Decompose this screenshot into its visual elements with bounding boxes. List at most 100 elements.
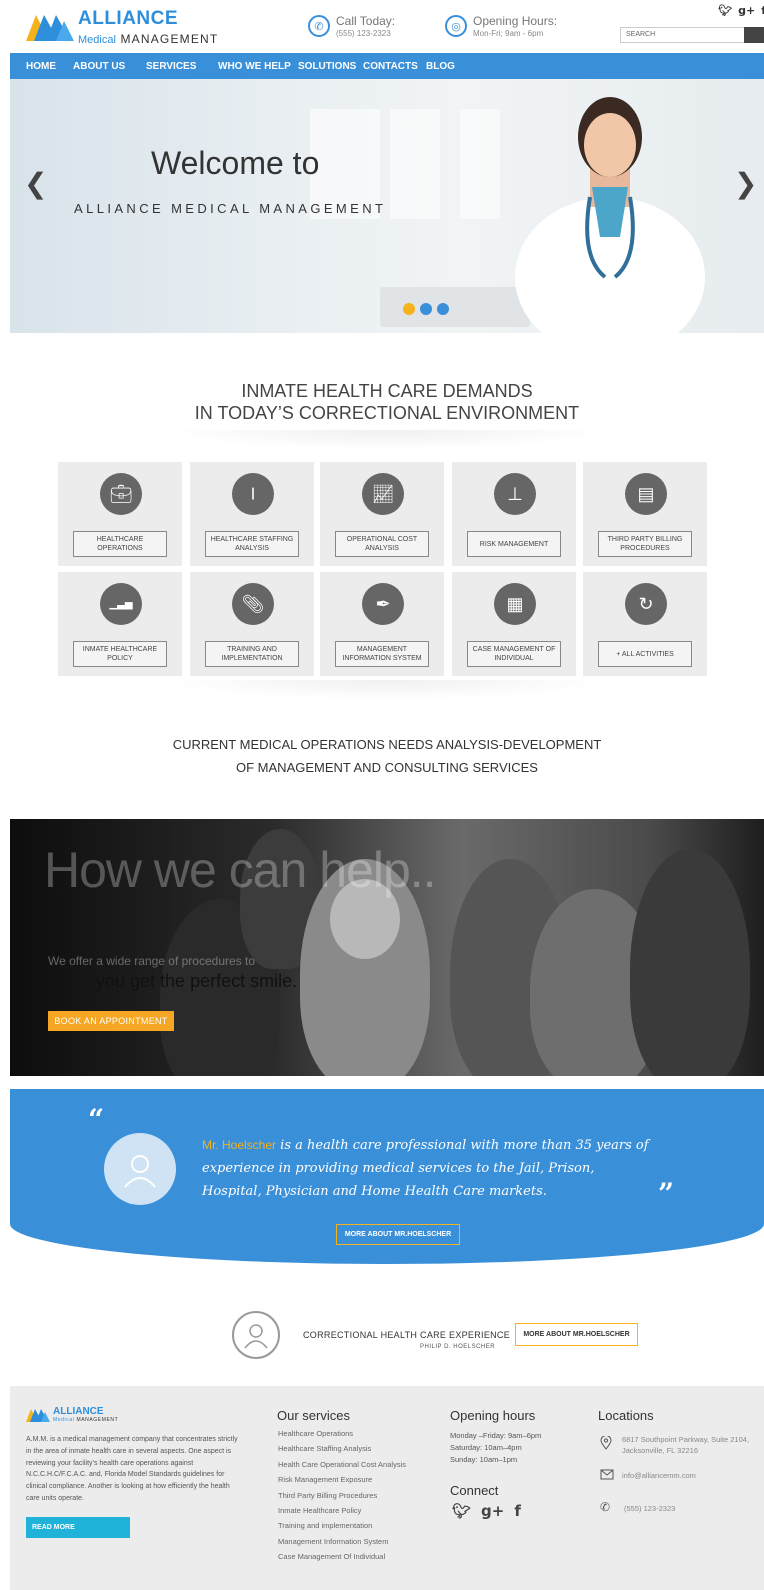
service-tile[interactable]: ┃ HEALTHCARE STAFFING ANALYSIS	[190, 462, 314, 566]
logo-mark-icon	[26, 11, 74, 43]
service-tile[interactable]: ⊥ RISK MANAGEMENT	[452, 462, 576, 566]
hours-value: Mon-Fri; 9am - 6pm	[473, 29, 544, 38]
experience-avatar	[232, 1311, 280, 1359]
slider-dot-2[interactable]	[420, 303, 432, 315]
nav-about-us[interactable]: ABOUT US	[73, 61, 125, 72]
experience-subtitle: PHILIP D. HOELSCHER	[420, 1344, 496, 1350]
slider-prev-icon[interactable]: ❮	[24, 167, 47, 200]
service-tile[interactable]: 📎︎ TRAINING AND IMPLEMENTATION	[190, 572, 314, 676]
hours-info: ◎ Opening Hours: Mon-Fri; 9am - 6pm	[445, 14, 557, 38]
footer-services-list: Healthcare Operations Healthcare Staffing…	[278, 1429, 406, 1568]
nav-blog[interactable]: BLOG	[426, 61, 455, 72]
footer-phone[interactable]: (555) 123-2323	[624, 1503, 675, 1514]
twitter-icon[interactable]: 🐦︎	[718, 4, 732, 17]
search-input[interactable]: SEARCH	[620, 27, 764, 43]
call-label: Call Today:	[336, 14, 396, 28]
slider-dot-3[interactable]	[437, 303, 449, 315]
service-tile[interactable]: ✒ MANAGEMENT INFORMATION SYSTEM	[320, 572, 444, 676]
testimonial-text: Mr. Hoelscher is a health care professio…	[202, 1138, 649, 1199]
footer-service-link[interactable]: Inmate Healthcare Policy	[278, 1506, 406, 1521]
social-top: 🐦︎ g+ f	[718, 4, 764, 17]
google-plus-icon[interactable]: g+	[738, 4, 755, 17]
more-about-button[interactable]: MORE ABOUT MR.HOELSCHER	[336, 1224, 460, 1245]
hero-title: Welcome to	[151, 145, 320, 181]
user-outline-icon	[244, 1324, 268, 1349]
footer-service-link[interactable]: Management Information System	[278, 1537, 406, 1552]
call-value: (555) 123-2323	[336, 29, 391, 38]
service-tile[interactable]: ▦ CASE MANAGEMENT OF INDIVIDUAL	[452, 572, 576, 676]
help-line1: We offer a wide range of procedures to	[48, 954, 256, 968]
footer-service-link[interactable]: Health Care Operational Cost Analysis	[278, 1460, 406, 1475]
service-label[interactable]: TRAINING AND IMPLEMENTATION	[205, 641, 299, 667]
service-label[interactable]: OPERATIONAL COST ANALYSIS	[335, 531, 429, 557]
experience-more-button[interactable]: MORE ABOUT MR.HOELSCHER	[515, 1323, 638, 1346]
nav-services[interactable]: SERVICES	[146, 61, 196, 72]
footer-logo[interactable]: ALLIANCE Medical MANAGEMENT	[26, 1406, 118, 1423]
read-more-button[interactable]: READ MORE	[26, 1517, 130, 1538]
service-tile[interactable]: ▤ THIRD PARTY BILLING PROCEDURES	[583, 462, 707, 566]
service-label[interactable]: + ALL ACTIVITIES	[598, 641, 692, 667]
footer-service-link[interactable]: Third Party Billing Procedures	[278, 1491, 406, 1506]
mail-icon	[600, 1468, 614, 1482]
footer-service-link[interactable]: Training and implementation	[278, 1521, 406, 1536]
footer-service-link[interactable]: Healthcare Staffing Analysis	[278, 1444, 406, 1459]
avatar	[104, 1133, 176, 1205]
nav-who-we-help[interactable]: WHO WE HELP	[218, 61, 291, 72]
service-label[interactable]: CASE MANAGEMENT OF INDIVIDUAL	[467, 641, 561, 667]
service-tile[interactable]: ▁▃▅ INMATE HEALTHCARE POLICY	[58, 572, 182, 676]
nav-contacts[interactable]: CONTACTS	[363, 61, 418, 72]
help-title: How we can help..	[44, 842, 437, 898]
service-label[interactable]: HEALTHCARE STAFFING ANALYSIS	[205, 531, 299, 557]
phone-icon: ✆	[600, 1500, 611, 1514]
email-link[interactable]: info@alliancemm.com	[622, 1470, 696, 1481]
nav-home[interactable]: HOME	[26, 61, 56, 72]
paperclip-icon: 📎︎	[232, 583, 274, 625]
footer-service-link[interactable]: Case Management Of Individual	[278, 1552, 406, 1567]
quote-open-icon: “	[88, 1103, 105, 1136]
briefcase-icon: 💼︎	[100, 473, 142, 515]
service-label[interactable]: MANAGEMENT INFORMATION SYSTEM	[335, 641, 429, 667]
search-button[interactable]	[744, 27, 764, 43]
user-icon	[124, 1155, 156, 1188]
phone-icon: ✆	[308, 15, 330, 37]
slider-dots	[403, 303, 449, 315]
service-tile[interactable]: 💼︎ HEALTHCARE OPERATIONS	[58, 462, 182, 566]
service-label[interactable]: RISK MANAGEMENT	[467, 531, 561, 557]
footer-service-link[interactable]: Healthcare Operations	[278, 1429, 406, 1444]
footer-hours: Monday –Friday: 9am–6pm Saturday: 10am–4…	[450, 1431, 542, 1464]
address: 6817 Southpoint Parkway, Suite 2104, Jac…	[622, 1435, 750, 1455]
nav-solutions[interactable]: SOLUTIONS	[298, 61, 356, 72]
clock-icon: ◎	[445, 15, 467, 37]
footer-about: A.M.M. is a medical management company t…	[26, 1436, 238, 1502]
footer-locations-title: Locations	[598, 1408, 654, 1423]
help-line2: you get the perfect smile.	[96, 971, 298, 991]
pen-nib-icon: ✒	[362, 583, 404, 625]
footer-connect-title: Connect	[450, 1483, 499, 1498]
slider-next-icon[interactable]: ❯	[734, 167, 757, 200]
hero-subtitle: ALLIANCE MEDICAL MANAGEMENT	[74, 201, 387, 216]
logo[interactable]: ALLIANCE Medical MANAGEMENT	[26, 8, 218, 46]
footer-service-link[interactable]: Risk Management Exposure	[278, 1475, 406, 1490]
slider-dot-1[interactable]	[403, 303, 415, 315]
help-banner: How we can help.. We offer a wide range …	[10, 819, 764, 1076]
google-plus-icon[interactable]: g+	[481, 1502, 504, 1520]
book-appointment-button[interactable]: BOOK AN APPOINTMENT	[48, 1011, 174, 1031]
service-tile[interactable]: ↻ + ALL ACTIVITIES	[583, 572, 707, 676]
hours-label: Opening Hours:	[473, 14, 558, 28]
hero-slider: Welcome to ALLIANCE MEDICAL MANAGEMENT ❮…	[10, 79, 764, 333]
twitter-icon[interactable]: 🐦︎	[452, 1502, 471, 1520]
footer-social: 🐦︎ g+ f	[452, 1502, 521, 1520]
main-nav: HOME ABOUT US SERVICES WHO WE HELP SOLUT…	[10, 53, 764, 79]
service-tile[interactable]: 📈︎ OPERATIONAL COST ANALYSIS	[320, 462, 444, 566]
service-label[interactable]: THIRD PARTY BILLING PROCEDURES	[598, 531, 692, 557]
call-info: ✆ Call Today: (555) 123-2323	[308, 14, 395, 38]
calendar-icon: ▦	[494, 583, 536, 625]
service-label[interactable]: HEALTHCARE OPERATIONS	[73, 531, 167, 557]
doctor-image	[515, 97, 705, 333]
facebook-icon[interactable]: f	[514, 1502, 521, 1520]
service-label[interactable]: INMATE HEALTHCARE POLICY	[73, 641, 167, 667]
logo-title: ALLIANCE	[78, 8, 179, 29]
candlestick-chart-icon: ┃	[232, 473, 274, 515]
footer: ALLIANCE Medical MANAGEMENT A.M.M. is a …	[10, 1386, 764, 1590]
footer-services-title: Our services	[277, 1408, 350, 1423]
